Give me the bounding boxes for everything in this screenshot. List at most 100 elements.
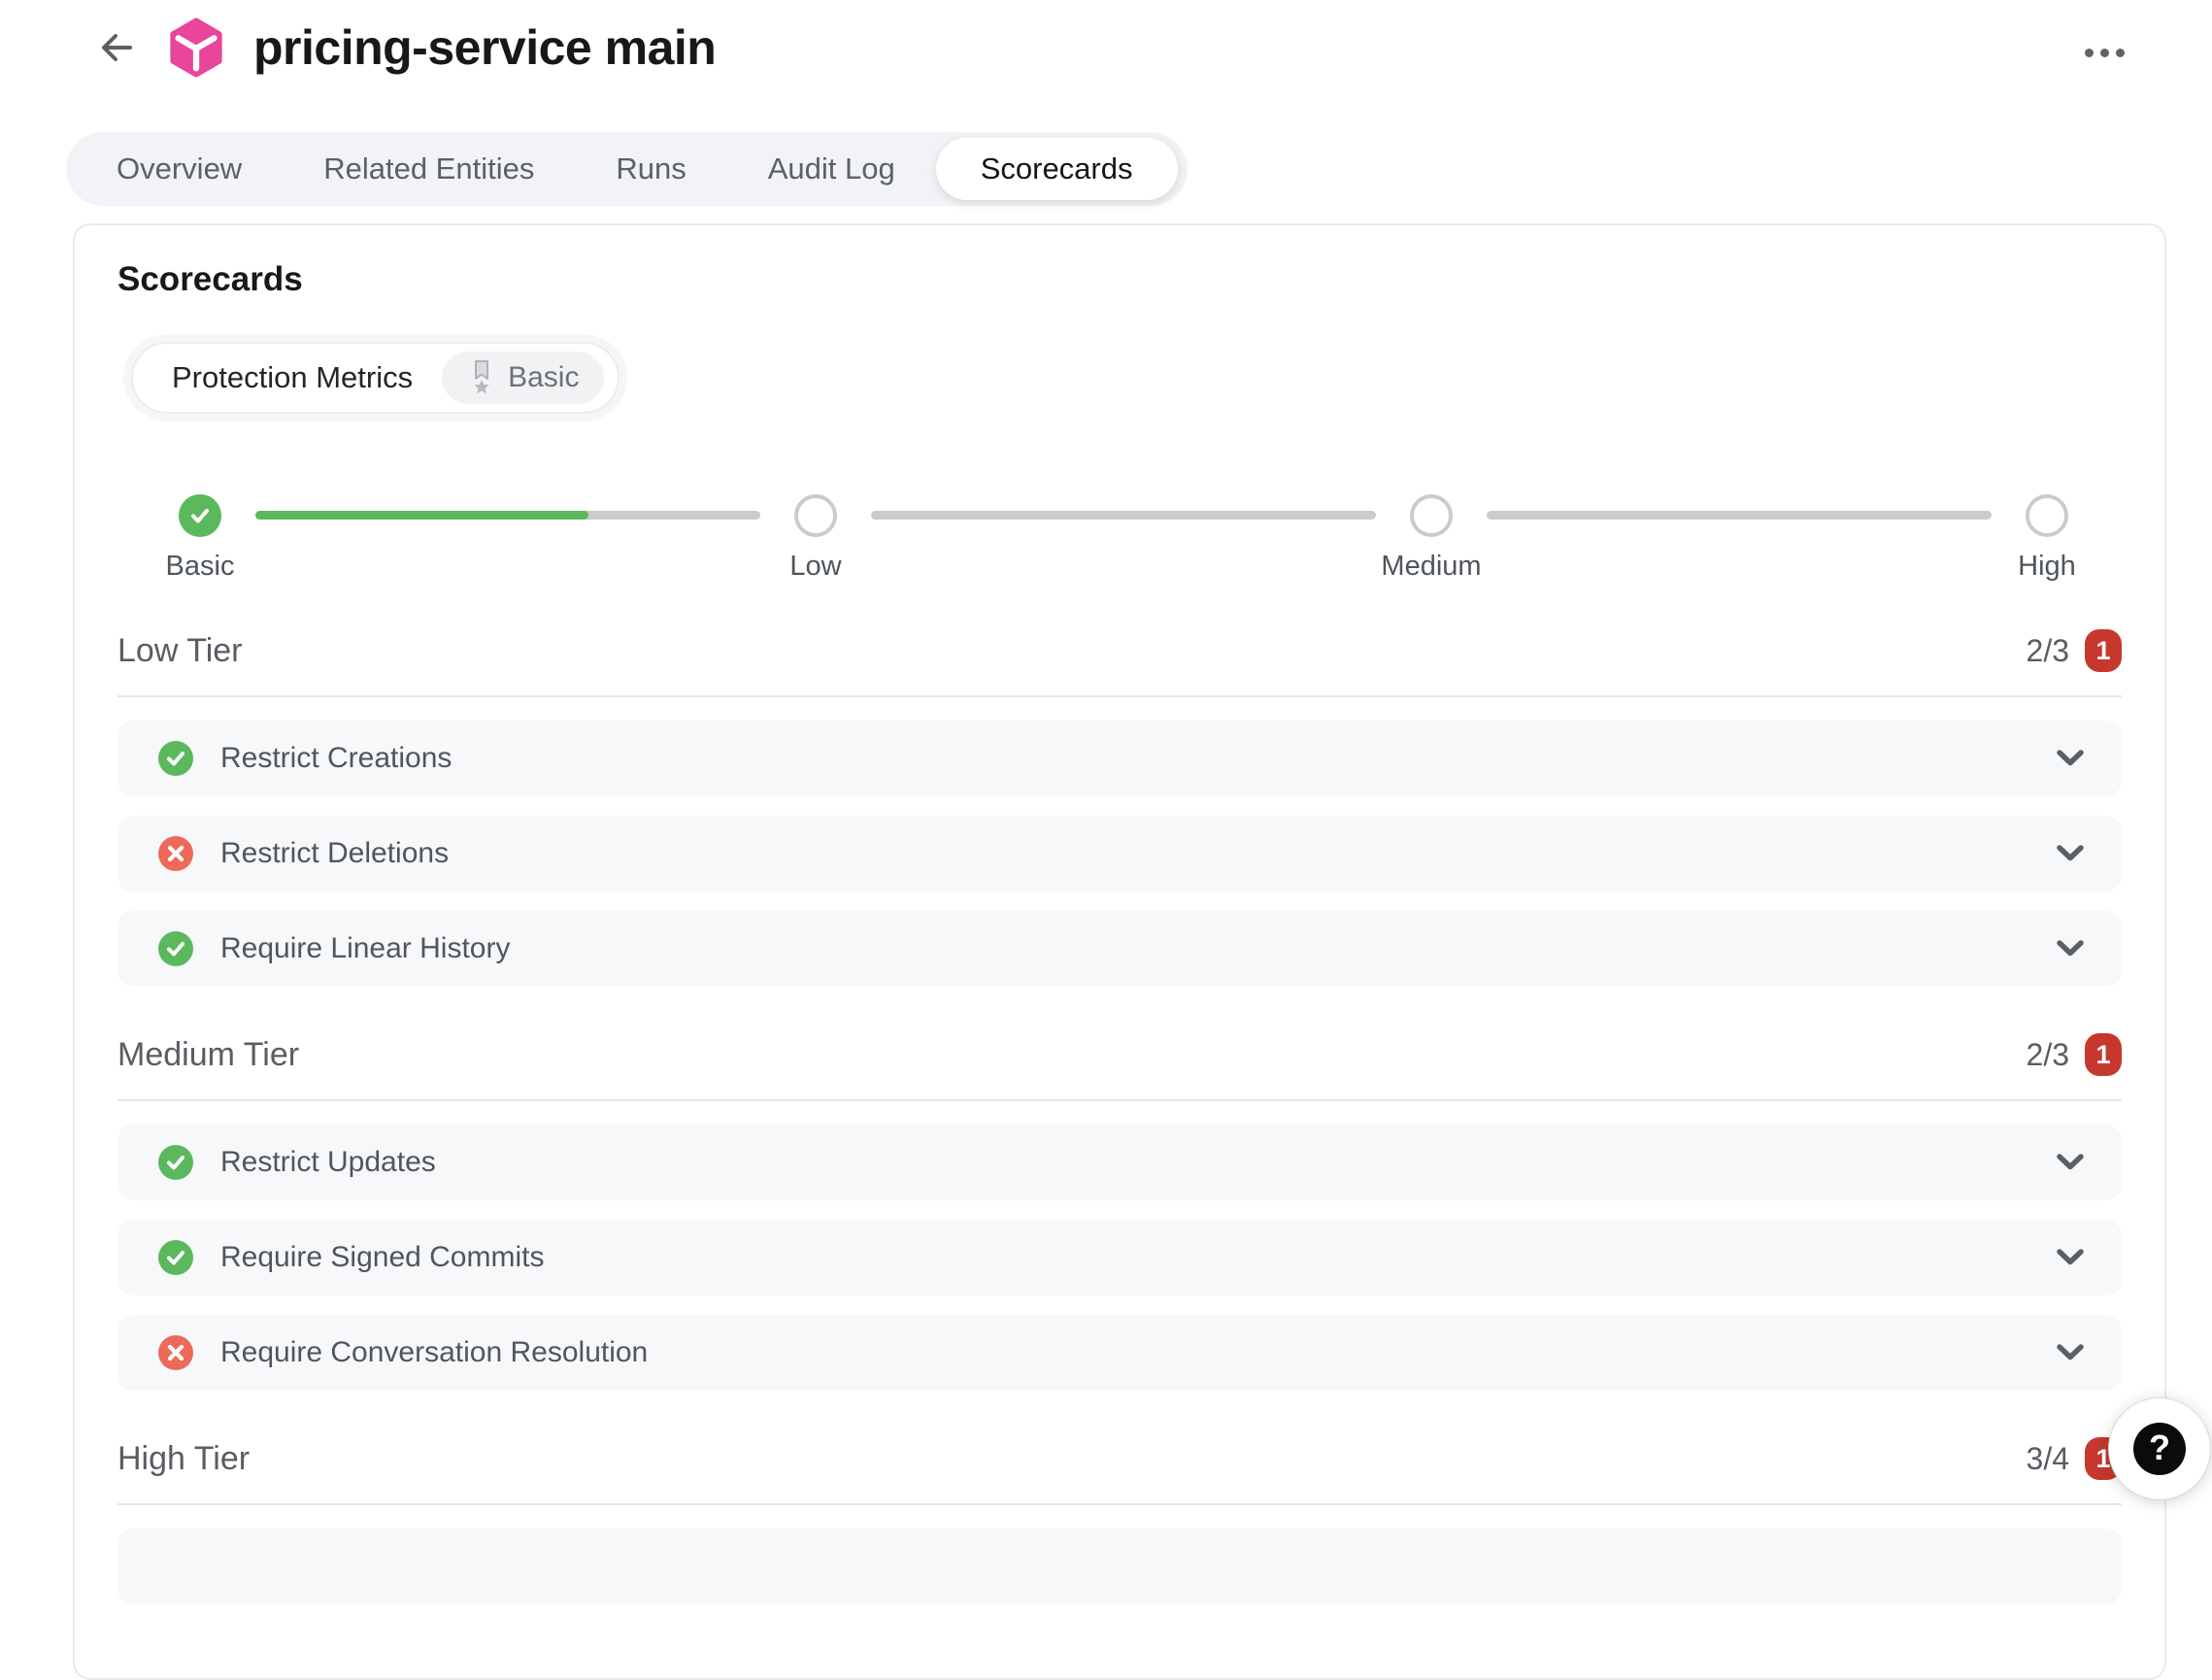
- tab-runs[interactable]: Runs: [575, 132, 726, 206]
- rules-list: [117, 1529, 2122, 1604]
- scorecard-name: Protection Metrics: [172, 360, 413, 395]
- step-circle-high: [2026, 494, 2068, 537]
- rule-label: Require Signed Commits: [220, 1241, 544, 1274]
- chevron-down-icon: [2056, 1153, 2085, 1172]
- progress-fill: [255, 511, 588, 520]
- chevron-down-icon: [2056, 844, 2085, 863]
- scorecard-level-pill: Basic: [442, 352, 604, 404]
- step-circle-low: [794, 494, 837, 537]
- rule-row[interactable]: Restrict Deletions: [117, 816, 2122, 891]
- tier-divider: [117, 695, 2122, 697]
- progress-track: [255, 511, 760, 520]
- chevron-down-icon: [2056, 939, 2085, 958]
- tier-section-medium-tier: Medium Tier 2/3 1 Restrict Updates Require S…: [117, 1033, 2122, 1391]
- page-title: pricing-service main: [253, 19, 716, 76]
- tier-score-group: 2/3 1: [2027, 629, 2122, 672]
- rule-expand-button[interactable]: [2056, 1153, 2085, 1172]
- x-icon: [166, 844, 185, 863]
- tier-failed-badge: 1: [2085, 629, 2122, 672]
- check-icon: [189, 505, 211, 526]
- tab-overview[interactable]: Overview: [76, 132, 283, 206]
- rule-label: Restrict Deletions: [220, 837, 449, 870]
- tier-heading-row: Low Tier 2/3 1: [117, 629, 2122, 672]
- check-circle-icon: [158, 931, 193, 966]
- step-label: Basic: [166, 551, 235, 583]
- rule-label: Require Linear History: [220, 932, 510, 965]
- rule-row[interactable]: [117, 1529, 2122, 1604]
- scorecards-panel: Scorecards Protection Metrics Basic Basi…: [73, 223, 2166, 1680]
- back-button[interactable]: [92, 24, 139, 71]
- step-circle-basic: [179, 494, 221, 537]
- tier-section-high-tier: High Tier 3/41: [117, 1437, 2122, 1604]
- rule-expand-button[interactable]: [2056, 844, 2085, 863]
- tab-scorecards[interactable]: Scorecards: [936, 138, 1178, 200]
- scorecard-selector[interactable]: Protection Metrics Basic: [131, 342, 620, 414]
- tier-name: Medium Tier: [117, 1036, 299, 1074]
- entity-tabbar: OverviewRelated EntitiesRunsAudit LogSco…: [66, 132, 1188, 206]
- check-icon: [165, 748, 186, 769]
- level-stepper: Basic Low Medium High: [156, 494, 2091, 583]
- progress-track: [871, 511, 1376, 520]
- rules-list: Restrict Updates Require Signed Commits Re…: [117, 1125, 2122, 1391]
- tier-name: Low Tier: [117, 632, 243, 670]
- rule-label: Restrict Creations: [220, 742, 452, 775]
- medal-icon: [467, 360, 496, 395]
- x-circle-icon: [158, 836, 193, 871]
- tier-section-low-tier: Low Tier 2/3 1 Restrict Creations Restrict D…: [117, 629, 2122, 987]
- rule-expand-button[interactable]: [2056, 749, 2085, 768]
- tier-divider: [117, 1503, 2122, 1505]
- tier-score: 3/4: [2027, 1441, 2069, 1477]
- step-circle-medium: [1410, 494, 1453, 537]
- step-label: High: [2018, 551, 2076, 583]
- tab-audit-log[interactable]: Audit Log: [727, 132, 936, 206]
- tab-related-entities[interactable]: Related Entities: [283, 132, 575, 206]
- step-high: High: [2003, 494, 2091, 583]
- tier-heading-row: High Tier 3/41: [117, 1437, 2122, 1480]
- progress-track: [1487, 511, 1992, 520]
- chevron-down-icon: [2056, 749, 2085, 768]
- tier-failed-badge: 1: [2085, 1033, 2122, 1076]
- tier-score-group: 3/41: [2027, 1437, 2122, 1480]
- x-icon: [166, 1343, 185, 1362]
- x-circle-icon: [158, 1335, 193, 1370]
- tier-heading-row: Medium Tier 2/3 1: [117, 1033, 2122, 1076]
- rule-expand-button[interactable]: [2056, 1343, 2085, 1362]
- chevron-down-icon: [2056, 1248, 2085, 1267]
- more-horizontal-icon[interactable]: [2079, 43, 2130, 63]
- entity-header: pricing-service main: [92, 17, 716, 78]
- blueprint-cube-icon: [166, 17, 226, 78]
- scorecard-level-label: Basic: [508, 361, 579, 394]
- rule-row[interactable]: Require Conversation Resolution: [117, 1315, 2122, 1391]
- rules-list: Restrict Creations Restrict Deletions Requ…: [117, 721, 2122, 987]
- rule-row[interactable]: Require Signed Commits: [117, 1220, 2122, 1295]
- step-low: Low: [772, 494, 859, 583]
- tier-name: High Tier: [117, 1440, 250, 1478]
- help-button[interactable]: ?: [2109, 1398, 2210, 1499]
- check-circle-icon: [158, 1240, 193, 1275]
- rule-row[interactable]: Require Linear History: [117, 911, 2122, 987]
- check-circle-icon: [158, 1145, 193, 1180]
- step-medium: Medium: [1388, 494, 1475, 583]
- rule-row[interactable]: Restrict Creations: [117, 721, 2122, 796]
- scorecards-heading: Scorecards: [117, 260, 2122, 299]
- chevron-down-icon: [2056, 1343, 2085, 1362]
- tier-score-group: 2/3 1: [2027, 1033, 2122, 1076]
- rule-label: Require Conversation Resolution: [220, 1336, 648, 1369]
- tier-score: 2/3: [2027, 633, 2069, 669]
- rule-expand-button[interactable]: [2056, 1248, 2085, 1267]
- step-label: Medium: [1381, 551, 1481, 583]
- check-icon: [165, 1152, 186, 1173]
- rule-row[interactable]: Restrict Updates: [117, 1125, 2122, 1200]
- question-mark-icon: ?: [2133, 1423, 2186, 1475]
- arrow-left-icon: [94, 26, 137, 69]
- step-label: Low: [789, 551, 841, 583]
- tiers-container: Low Tier 2/3 1 Restrict Creations Restrict D…: [117, 629, 2122, 1604]
- tier-score: 2/3: [2027, 1037, 2069, 1073]
- tier-divider: [117, 1099, 2122, 1101]
- check-icon: [165, 938, 186, 959]
- rule-expand-button[interactable]: [2056, 939, 2085, 958]
- rule-label: Restrict Updates: [220, 1146, 436, 1179]
- step-basic: Basic: [156, 494, 244, 583]
- check-circle-icon: [158, 741, 193, 776]
- check-icon: [165, 1247, 186, 1268]
